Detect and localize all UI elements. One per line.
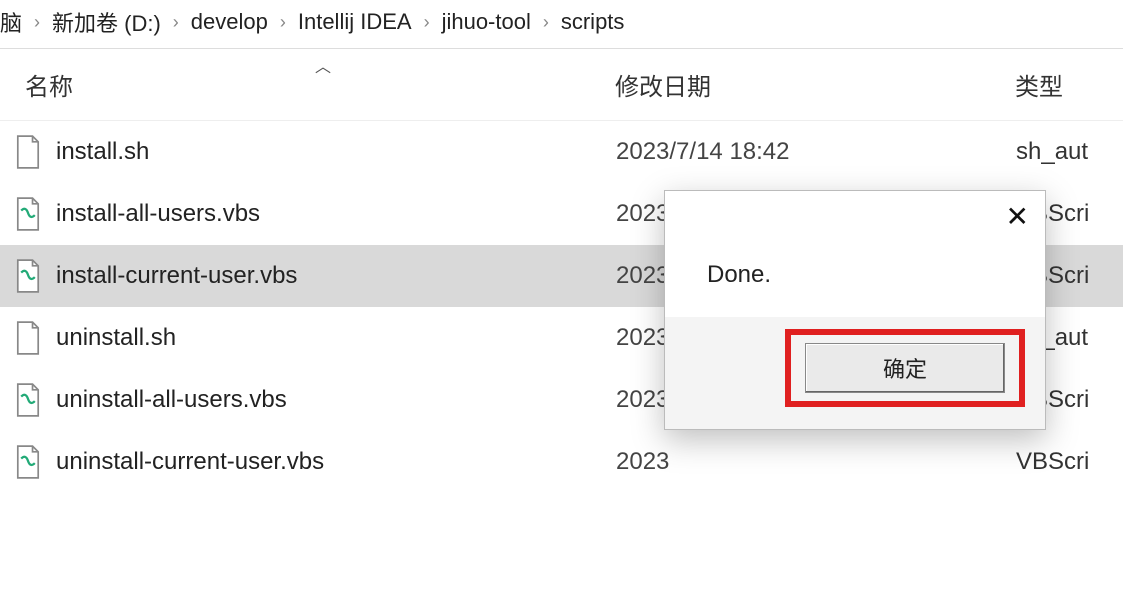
file-icon [14,135,42,169]
file-name: uninstall-all-users.vbs [56,386,616,414]
chevron-right-icon: › [543,12,549,33]
file-date: 2023/7/14 18:42 [616,138,1016,166]
highlight-annotation: 确定 [785,329,1025,407]
file-name: uninstall.sh [56,324,616,352]
breadcrumb: 脑 › 新加卷 (D:) › develop › Intellij IDEA ›… [0,0,1123,48]
file-date: 2023 [616,448,1016,476]
file-row[interactable]: install.sh 2023/7/14 18:42 sh_aut [0,121,1123,183]
file-name: uninstall-current-user.vbs [56,448,616,476]
chevron-right-icon: › [424,12,430,33]
breadcrumb-segment[interactable]: develop [191,9,268,35]
column-header-name[interactable]: 名称 ︿ [25,67,615,102]
column-headers: 名称 ︿ 修改日期 类型 [0,49,1123,121]
dialog-message: Done. [665,191,1045,317]
breadcrumb-segment[interactable]: 新加卷 (D:) [52,6,161,38]
breadcrumb-segment[interactable]: jihuo-tool [442,9,531,35]
close-icon[interactable]: ✕ [1006,203,1029,231]
file-type: VBScri [1016,448,1123,476]
file-icon [14,321,42,355]
vbs-file-icon [14,445,42,479]
breadcrumb-segment[interactable]: 脑 [0,6,22,38]
vbs-file-icon [14,197,42,231]
chevron-right-icon: › [280,12,286,33]
message-dialog: ✕ Done. 确定 [664,190,1046,430]
ok-button[interactable]: 确定 [805,343,1005,393]
chevron-right-icon: › [34,12,40,33]
column-header-modified[interactable]: 修改日期 [615,67,1015,102]
column-header-name-label: 名称 [25,74,73,101]
chevron-right-icon: › [173,12,179,33]
file-name: install-all-users.vbs [56,200,616,228]
file-name: install.sh [56,138,616,166]
vbs-file-icon [14,259,42,293]
file-row[interactable]: uninstall-current-user.vbs 2023 VBScri [0,431,1123,493]
breadcrumb-segment[interactable]: scripts [561,9,625,35]
breadcrumb-segment[interactable]: Intellij IDEA [298,9,412,35]
vbs-file-icon [14,383,42,417]
file-type: sh_aut [1016,138,1123,166]
sort-ascending-icon: ︿ [315,53,331,77]
column-header-type[interactable]: 类型 [1015,67,1123,102]
file-name: install-current-user.vbs [56,262,616,290]
dialog-footer: 确定 [665,317,1045,429]
